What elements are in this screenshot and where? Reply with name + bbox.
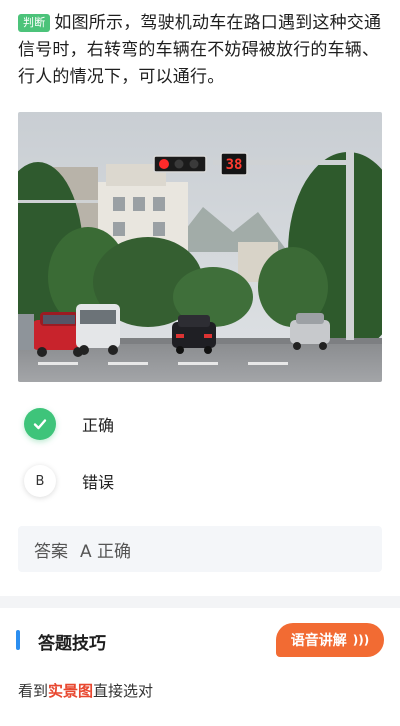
option-b-marker: B: [24, 465, 56, 497]
signal-countdown: 38: [226, 157, 243, 173]
sound-wave-icon: ))): [352, 633, 370, 647]
answer-label: 答案: [34, 541, 68, 562]
option-a[interactable]: 正确: [24, 407, 364, 441]
tips-header: 答题技巧 语音讲解 ))): [0, 620, 400, 660]
question-image: 38: [18, 112, 382, 382]
option-a-label: 正确: [82, 416, 115, 435]
option-b-label: 错误: [82, 473, 115, 492]
answer-value: A 正确: [80, 541, 132, 562]
tips-text: 看到实景图直接选对: [18, 680, 153, 701]
question-type-tag: 判断: [18, 14, 51, 32]
option-b[interactable]: B 错误: [24, 464, 364, 498]
check-icon: [24, 408, 56, 440]
tips-title: 答题技巧: [38, 634, 106, 654]
voice-button-label: 语音讲解: [290, 633, 347, 649]
tips-text-suffix: 直接选对: [93, 682, 154, 700]
tips-text-highlight: 实景图: [48, 682, 94, 700]
section-divider: [0, 596, 400, 608]
section-accent-bar: [16, 630, 20, 650]
tips-text-prefix: 看到: [18, 682, 49, 700]
voice-explanation-button[interactable]: 语音讲解 ))): [276, 623, 384, 657]
answer-box: 答案 A 正确: [18, 526, 382, 572]
traffic-scene-illustration: 38: [18, 112, 382, 382]
question-text-block: 判断 如图所示，驾驶机动车在路口遇到这种交通信号时，右转弯的车辆在不妨碍被放行的车…: [18, 10, 388, 91]
question-text: 如图所示，驾驶机动车在路口遇到这种交通信号时，右转弯的车辆在不妨碍被放行的车辆、…: [18, 13, 382, 87]
